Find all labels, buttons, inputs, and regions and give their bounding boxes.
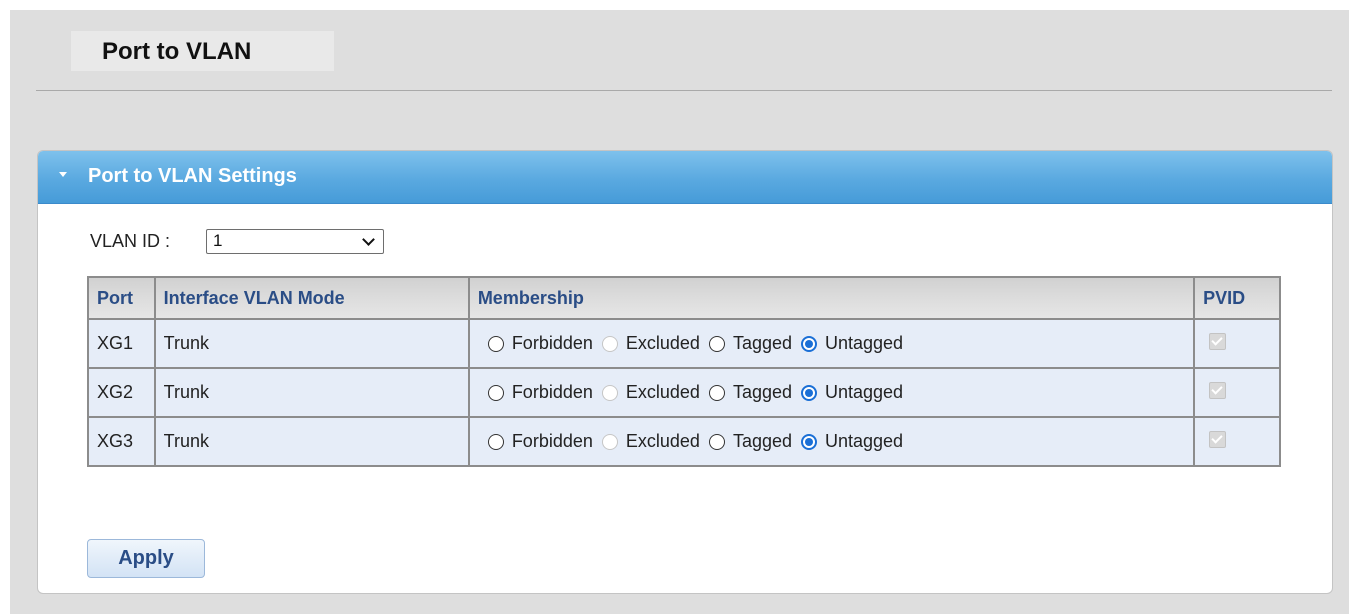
membership-tagged-label: Tagged: [732, 431, 792, 451]
collapse-arrow-icon[interactable]: [59, 172, 67, 177]
membership-options: Forbidden Excluded Tagged Untagged: [478, 431, 1193, 452]
title-divider: [36, 90, 1332, 91]
membership-excluded-label: Excluded: [625, 431, 700, 451]
membership-cell: Forbidden Excluded Tagged Untagged: [467, 416, 1196, 467]
membership-tagged-radio[interactable]: [708, 335, 725, 352]
header-membership: Membership: [467, 276, 1196, 320]
table-header-row: Port Interface VLAN Mode Membership PVID: [87, 276, 1281, 320]
header-port: Port: [87, 276, 156, 320]
port-cell: XG3: [87, 416, 156, 467]
apply-button[interactable]: Apply: [87, 539, 205, 578]
membership-cell: Forbidden Excluded Tagged Untagged: [467, 367, 1196, 418]
membership-forbidden-label: Forbidden: [511, 431, 593, 451]
pvid-checkbox: [1209, 332, 1227, 350]
membership-options: Forbidden Excluded Tagged Untagged: [478, 382, 1193, 403]
header-pvid: PVID: [1193, 276, 1281, 320]
port-vlan-table: Port Interface VLAN Mode Membership PVID…: [87, 276, 1281, 467]
table-body: XG1 Trunk Forbidden Excluded Tagged Untagge…: [87, 318, 1281, 467]
membership-tagged-radio[interactable]: [708, 433, 725, 450]
membership-untagged-radio[interactable]: [801, 433, 817, 450]
membership-forbidden-radio[interactable]: [487, 433, 504, 450]
membership-excluded-radio: [601, 384, 618, 401]
membership-tagged-label: Tagged: [732, 333, 792, 353]
membership-forbidden-radio[interactable]: [487, 384, 504, 401]
membership-untagged-radio[interactable]: [801, 335, 817, 352]
membership-tagged-radio[interactable]: [708, 384, 725, 401]
pvid-cell: [1193, 318, 1281, 369]
table-row: XG2 Trunk Forbidden Excluded Tagged Untagge…: [87, 367, 1281, 418]
settings-panel: Port to VLAN Settings VLAN ID : 1 Port I…: [37, 150, 1333, 594]
membership-options: Forbidden Excluded Tagged Untagged: [478, 333, 1193, 354]
membership-untagged-radio[interactable]: [801, 384, 817, 401]
panel-header[interactable]: Port to VLAN Settings: [38, 151, 1332, 204]
port-cell: XG2: [87, 367, 156, 418]
header-interface-vlan-mode: Interface VLAN Mode: [153, 276, 470, 320]
port-cell: XG1: [87, 318, 156, 369]
mode-cell: Trunk: [153, 367, 470, 418]
membership-untagged-label: Untagged: [825, 382, 904, 402]
chevron-down-icon: [362, 233, 375, 246]
membership-excluded-label: Excluded: [625, 382, 700, 402]
pvid-checkbox: [1209, 381, 1227, 399]
membership-excluded-radio: [601, 335, 618, 352]
vlan-id-select[interactable]: 1: [206, 229, 384, 254]
page-title: Port to VLAN: [102, 38, 252, 65]
pvid-checkbox: [1209, 430, 1227, 448]
vlan-id-selected-value: 1: [213, 231, 223, 250]
pvid-cell: [1193, 367, 1281, 418]
membership-forbidden-label: Forbidden: [511, 382, 593, 402]
membership-untagged-label: Untagged: [825, 333, 904, 353]
vlan-id-label: VLAN ID :: [90, 231, 171, 251]
page-title-box: Port to VLAN: [71, 31, 334, 71]
membership-excluded-label: Excluded: [625, 333, 700, 353]
table-row: XG1 Trunk Forbidden Excluded Tagged Untagge…: [87, 318, 1281, 369]
membership-excluded-radio: [601, 433, 618, 450]
page-background: Port to VLAN Port to VLAN Settings VLAN …: [10, 10, 1349, 614]
mode-cell: Trunk: [153, 318, 470, 369]
membership-untagged-label: Untagged: [825, 431, 904, 451]
pvid-cell: [1193, 416, 1281, 467]
mode-cell: Trunk: [153, 416, 470, 467]
membership-cell: Forbidden Excluded Tagged Untagged: [467, 318, 1196, 369]
table-row: XG3 Trunk Forbidden Excluded Tagged Untagge…: [87, 416, 1281, 467]
membership-forbidden-radio[interactable]: [487, 335, 504, 352]
membership-forbidden-label: Forbidden: [511, 333, 593, 353]
membership-tagged-label: Tagged: [732, 382, 792, 402]
panel-title: Port to VLAN Settings: [88, 165, 297, 187]
